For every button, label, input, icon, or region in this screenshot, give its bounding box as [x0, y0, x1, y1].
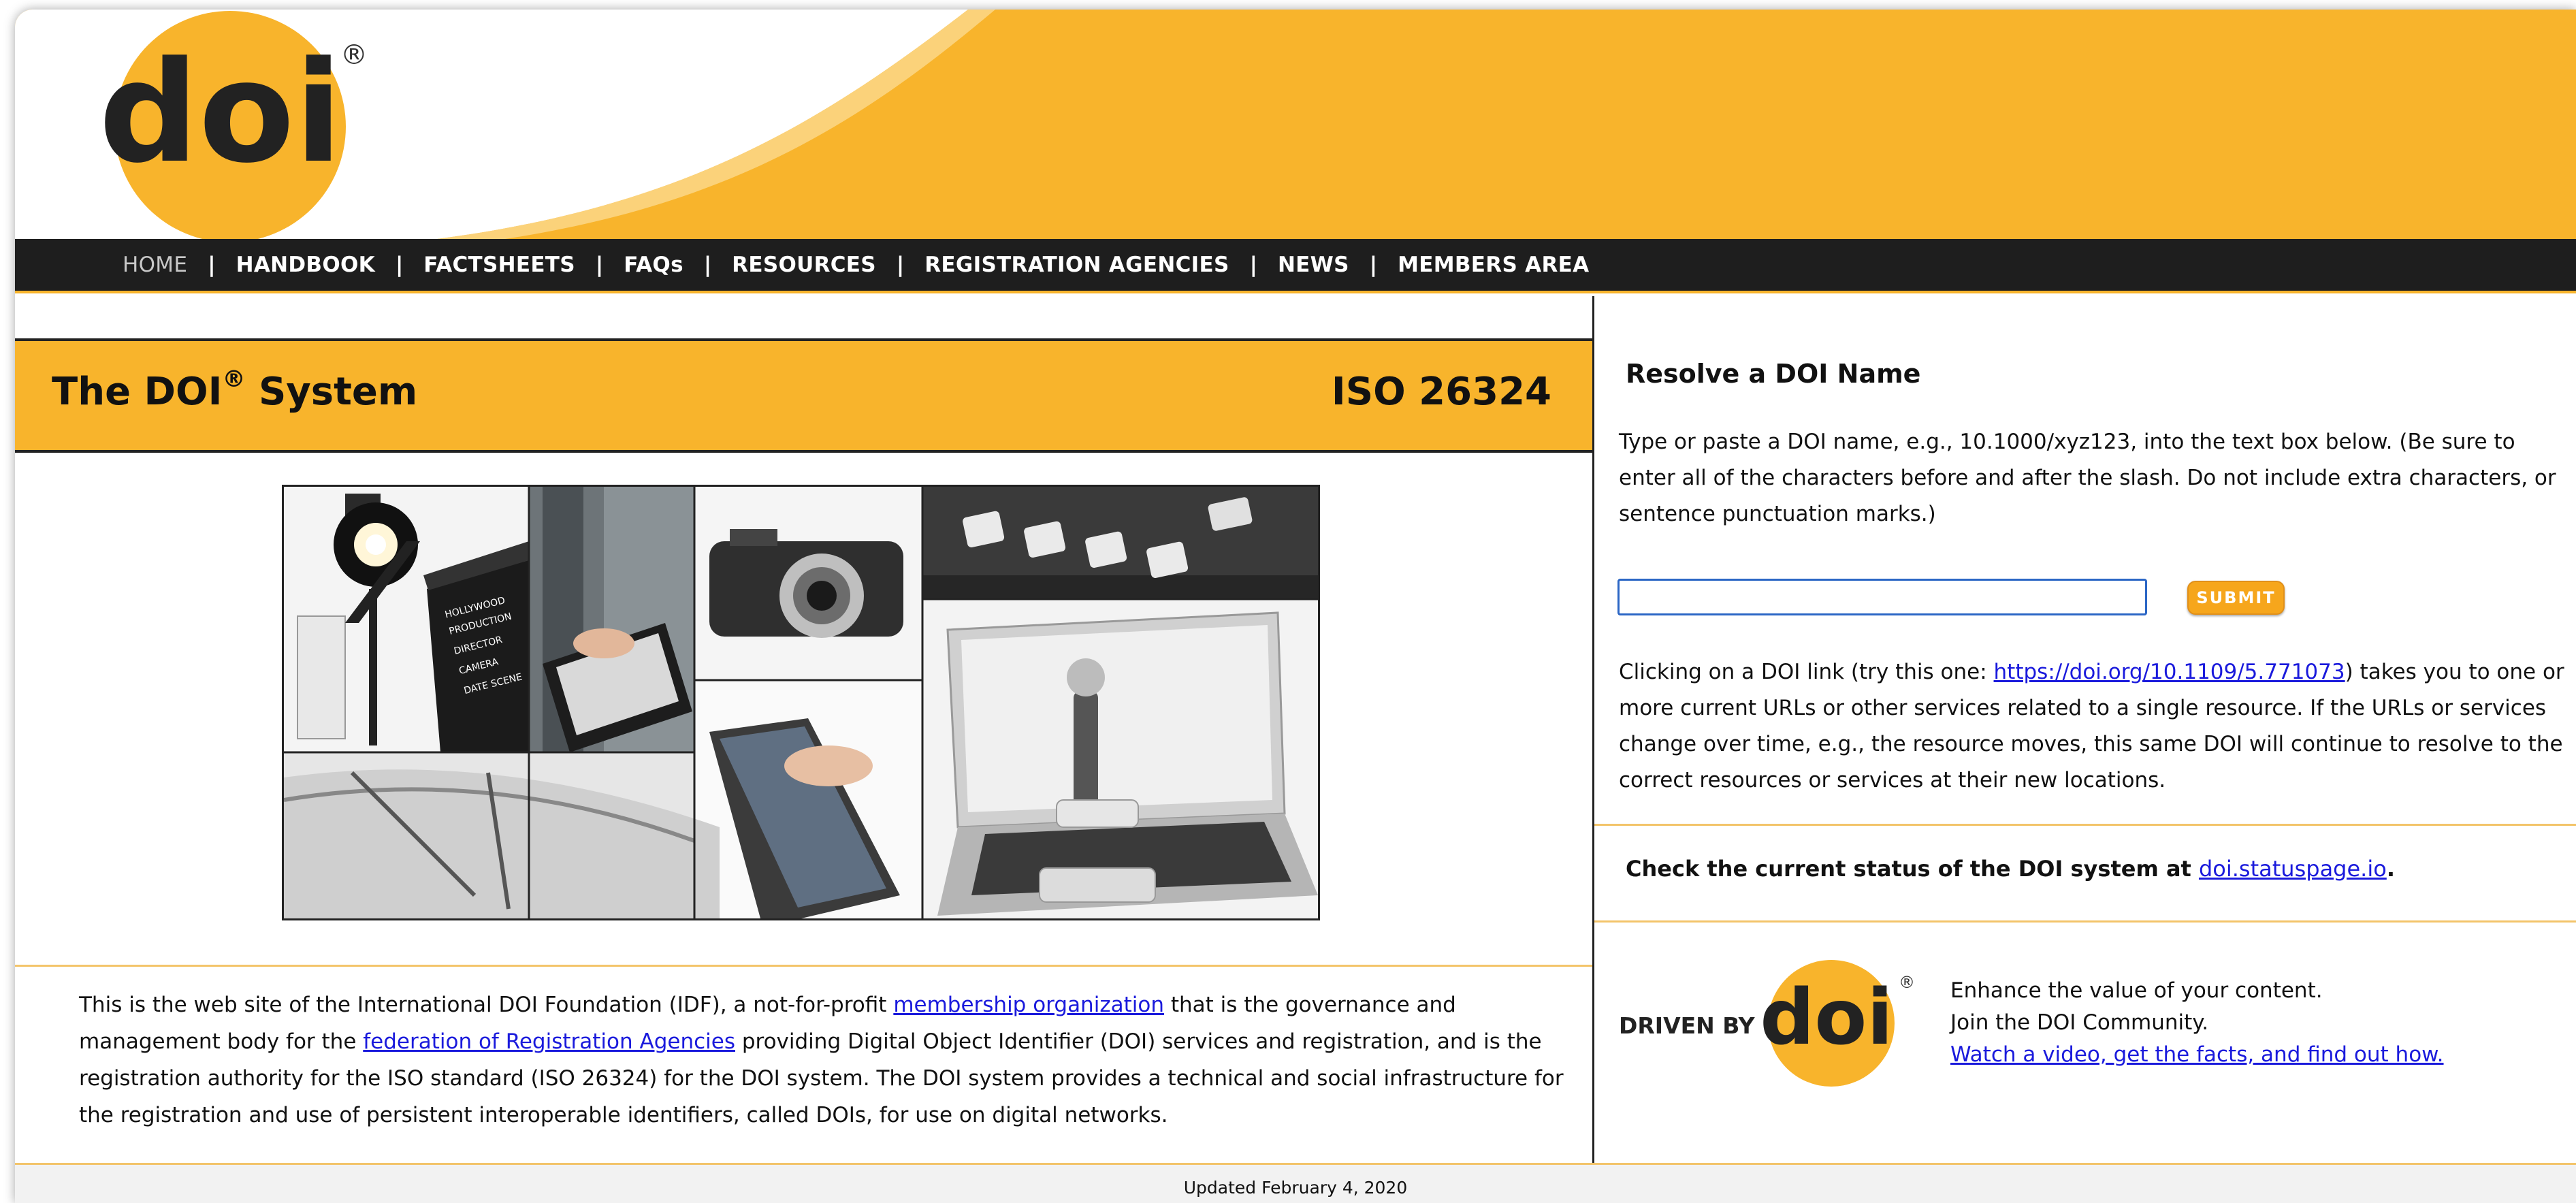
- community-text: Enhance the value of your content. Join …: [1950, 975, 2444, 1071]
- nav-home[interactable]: HOME: [123, 253, 187, 277]
- collage-image: HOLLYWOOD PRODUCTION DIRECTOR CAMERA DAT…: [284, 487, 1318, 918]
- doi-logo[interactable]: doi ®: [15, 10, 396, 239]
- membership-organization-link[interactable]: membership organization: [893, 993, 1164, 1017]
- driven-by-text: DRIVEN BY: [1619, 1012, 1756, 1039]
- resolve-description: Type or paste a DOI name, e.g., 10.1000/…: [1619, 430, 2556, 526]
- nav-separator: |: [1369, 253, 1378, 277]
- nav-separator: |: [595, 253, 604, 277]
- page-title-suffix: System: [245, 370, 418, 414]
- logo-registered-mark: ®: [340, 39, 368, 71]
- nav-resources[interactable]: RESOURCES: [732, 253, 876, 277]
- status-text: Check the current status of the DOI syst…: [1626, 856, 2199, 882]
- nav-separator: |: [896, 253, 905, 277]
- page-title: The DOI® System: [52, 366, 418, 414]
- registration-agencies-link[interactable]: federation of Registration Agencies: [363, 1029, 735, 1054]
- main-nav: HOME | HANDBOOK | FACTSHEETS | FAQs | RE…: [15, 239, 2576, 293]
- statuspage-link[interactable]: doi.statuspage.io: [2199, 856, 2387, 882]
- resolve-title: Resolve a DOI Name: [1626, 359, 1921, 389]
- title-bar: The DOI® System ISO 26324: [15, 338, 1592, 453]
- browser-page: doi ® HOME | HANDBOOK | FACTSHEETS | FAQ…: [15, 10, 2576, 1203]
- section-divider: [1594, 920, 2576, 923]
- section-divider: [1594, 824, 2576, 826]
- doi-input[interactable]: [1617, 579, 2147, 615]
- community-line-2: Join the DOI Community.: [1950, 1010, 2209, 1035]
- logo-text: doi: [99, 32, 342, 194]
- main-content: The DOI® System ISO 26324 HOLLYWOOD PROD…: [15, 296, 1594, 1163]
- clapperboard-icon: [427, 558, 536, 752]
- iso-label: ISO 26324: [1331, 370, 1551, 414]
- section-divider: [15, 965, 1592, 967]
- sidebar: Resolve a DOI Name Type or paste a DOI n…: [1594, 296, 2576, 1163]
- nav-separator: |: [1249, 253, 1257, 277]
- submit-button[interactable]: SUBMIT: [2187, 581, 2285, 615]
- page-title-mark: ®: [222, 366, 246, 393]
- nav-factsheets[interactable]: FACTSHEETS: [423, 253, 575, 277]
- watch-video-link[interactable]: Watch a video, get the facts, and find o…: [1950, 1042, 2444, 1067]
- header-banner: [15, 10, 2576, 239]
- photo-collage: HOLLYWOOD PRODUCTION DIRECTOR CAMERA DAT…: [282, 485, 1320, 920]
- updated-date: Updated February 4, 2020: [1183, 1178, 1408, 1198]
- driven-registered-mark: ®: [1899, 973, 1915, 992]
- intro-text: This is the web site of the Internationa…: [79, 993, 894, 1017]
- status-message: Check the current status of the DOI syst…: [1626, 856, 2395, 882]
- page-title-text: The DOI: [52, 370, 223, 414]
- nav-registration-agencies[interactable]: REGISTRATION AGENCIES: [924, 253, 1229, 277]
- intro-paragraph: This is the web site of the Internationa…: [79, 987, 1590, 1134]
- site-header: doi ®: [15, 10, 2576, 239]
- nav-handbook[interactable]: HANDBOOK: [236, 253, 375, 277]
- nav-separator: |: [208, 253, 216, 277]
- doi-link-description: Clicking on a DOI link (try this one: ht…: [1619, 654, 2572, 799]
- doi-link-text: Clicking on a DOI link (try this one:: [1619, 660, 1994, 684]
- nav-faqs[interactable]: FAQs: [624, 253, 683, 277]
- nav-separator: |: [395, 253, 404, 277]
- driven-by-doi-logo[interactable]: DRIVEN BY doi ®: [1619, 955, 1918, 1091]
- driven-logo-text: doi: [1760, 974, 1893, 1062]
- example-doi-link[interactable]: https://doi.org/10.1109/5.771073: [1994, 660, 2345, 684]
- status-end: .: [2386, 856, 2395, 882]
- microscope-icon: [1074, 691, 1098, 807]
- nav-members-area[interactable]: MEMBERS AREA: [1398, 253, 1589, 277]
- nav-news[interactable]: NEWS: [1278, 253, 1349, 277]
- community-line-1: Enhance the value of your content.: [1950, 978, 2323, 1003]
- nav-separator: |: [703, 253, 712, 277]
